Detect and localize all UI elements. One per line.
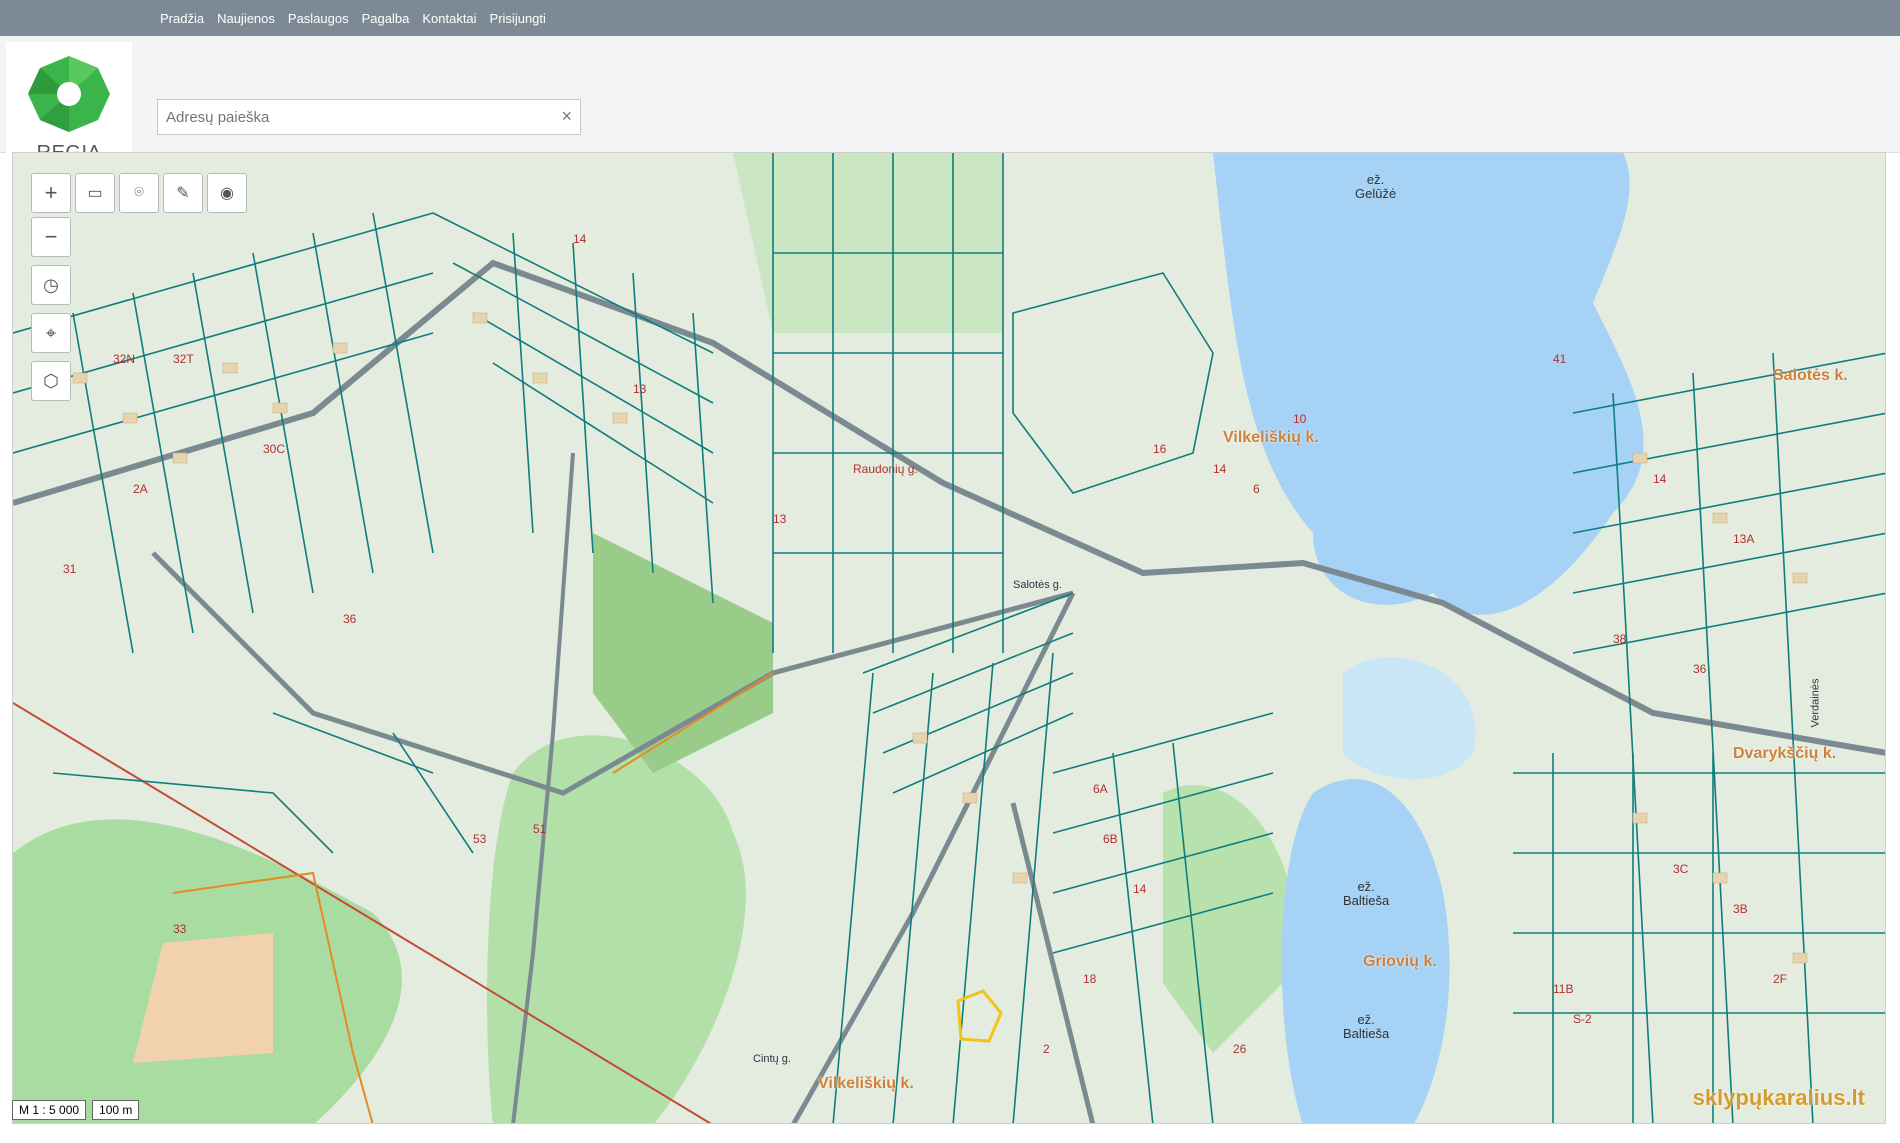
nav-services[interactable]: Paslaugos: [288, 11, 349, 26]
locate-button[interactable]: ⌖: [31, 313, 71, 353]
clock-icon: ◷: [43, 274, 59, 295]
svg-text:13A: 13A: [1733, 532, 1754, 546]
svg-text:6A: 6A: [1093, 782, 1108, 796]
svg-text:36: 36: [1693, 662, 1707, 676]
measure-button[interactable]: ▭: [75, 173, 115, 213]
svg-text:38: 38: [1613, 632, 1627, 646]
svg-text:33: 33: [173, 922, 187, 936]
target-button[interactable]: ◉: [207, 173, 247, 213]
svg-text:3C: 3C: [1673, 862, 1689, 876]
main-nav: Pradžia Naujienos Paslaugos Pagalba Kont…: [160, 0, 559, 36]
nav-help[interactable]: Pagalba: [362, 11, 410, 26]
svg-text:14: 14: [1213, 462, 1227, 476]
svg-text:2: 2: [1043, 1042, 1050, 1056]
svg-text:32N: 32N: [113, 352, 135, 366]
place-label: Vilkeliškių k.: [818, 1075, 914, 1092]
svg-text:2A: 2A: [133, 482, 148, 496]
marker-button[interactable]: ⌾: [119, 173, 159, 213]
svg-text:14: 14: [1133, 882, 1147, 896]
history-button[interactable]: ◷: [31, 265, 71, 305]
lake-label: ež. Baltieša: [1343, 1012, 1390, 1041]
road-label: Salotės g.: [1013, 579, 1062, 591]
edit-icon: ✎: [176, 185, 190, 202]
svg-text:30C: 30C: [263, 442, 285, 456]
nav-home[interactable]: Pradžia: [160, 11, 204, 26]
svg-text:14: 14: [573, 232, 587, 246]
svg-text:53: 53: [473, 832, 487, 846]
svg-text:26: 26: [1233, 1042, 1247, 1056]
scale-ratio: M 1 : 5 000: [12, 1100, 87, 1120]
road-label: Cintų g.: [753, 1053, 791, 1065]
svg-text:3B: 3B: [1733, 902, 1748, 916]
nav-news[interactable]: Naujienos: [217, 11, 275, 26]
svg-text:S-2: S-2: [1573, 1012, 1592, 1026]
map-layer[interactable]: 32N 32T 2A 31 30C 36 14 13 13 Raudonių g. 16 14…: [13, 153, 1886, 1124]
nav-login[interactable]: Prisijungti: [490, 11, 546, 26]
nav-contacts[interactable]: Kontaktai: [422, 11, 476, 26]
svg-text:51: 51: [533, 822, 547, 836]
zoom-in-button[interactable]: +: [31, 173, 71, 213]
road-label: Verdainės: [1809, 678, 1822, 728]
top-nav-bar: Pradžia Naujienos Paslaugos Pagalba Kont…: [0, 0, 1900, 36]
svg-text:18: 18: [1083, 972, 1097, 986]
edit-button[interactable]: ✎: [163, 173, 203, 213]
svg-text:10: 10: [1293, 412, 1307, 426]
header: REGIA ×: [0, 36, 1900, 182]
place-label: Salotės k.: [1773, 367, 1848, 384]
lake-label: ež. Baltieša: [1343, 879, 1390, 908]
svg-text:36: 36: [343, 612, 357, 626]
zoom-out-button[interactable]: −: [31, 217, 71, 257]
svg-text:6B: 6B: [1103, 832, 1118, 846]
svg-text:11B: 11B: [1553, 982, 1573, 996]
scale-bar: M 1 : 5 000 100 m: [12, 1098, 140, 1122]
svg-text:2F: 2F: [1773, 972, 1787, 986]
crosshair-icon: ⌖: [45, 322, 57, 343]
pin-icon: ⌾: [134, 184, 144, 201]
scale-length: 100 m: [92, 1100, 140, 1120]
place-label: Vilkeliškių k.: [1223, 429, 1319, 446]
clear-icon[interactable]: ×: [561, 106, 572, 127]
watermark-logo: sklypųkaralius.lt: [1692, 1085, 1865, 1110]
svg-text:41: 41: [1553, 352, 1567, 366]
place-label: Dvarykščių k.: [1733, 745, 1837, 762]
lake-label: ež. Gelūžė: [1355, 172, 1397, 201]
svg-text:14: 14: [1653, 472, 1667, 486]
search-input[interactable]: [158, 100, 554, 134]
svg-text:Raudonių g.: Raudonių g.: [853, 462, 918, 476]
svg-text:16: 16: [1153, 442, 1167, 456]
logo-icon: [28, 56, 110, 132]
address-search[interactable]: ×: [157, 99, 581, 135]
svg-text:13: 13: [773, 512, 787, 526]
svg-text:13: 13: [633, 382, 647, 396]
svg-text:31: 31: [63, 562, 77, 576]
svg-text:6: 6: [1253, 482, 1260, 496]
layers-button[interactable]: ⬡: [31, 361, 71, 401]
svg-text:32T: 32T: [173, 352, 194, 366]
map-canvas[interactable]: 32N 32T 2A 31 30C 36 14 13 13 Raudonių g. 16 14…: [12, 152, 1886, 1124]
place-label: Griovių k.: [1363, 953, 1437, 970]
target-icon: ◉: [220, 185, 234, 202]
ruler-icon: ▭: [87, 185, 103, 202]
shape-icon: ⬡: [43, 370, 59, 391]
